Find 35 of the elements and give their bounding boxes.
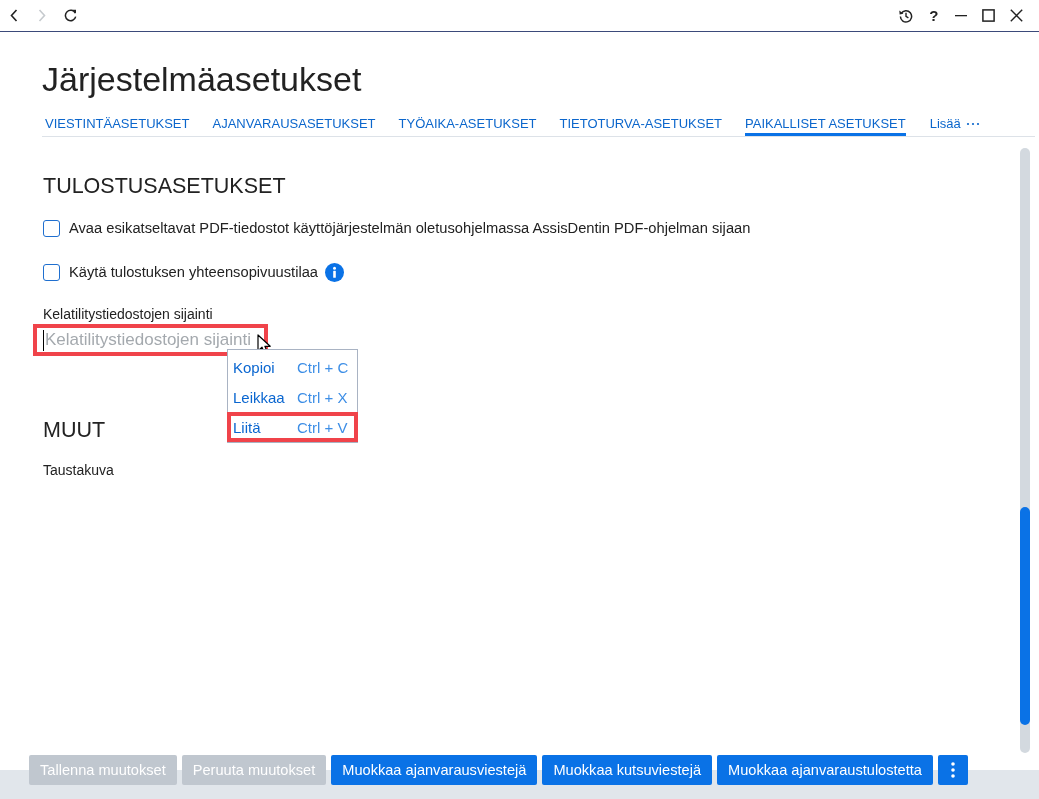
scrollbar-thumb[interactable] — [1020, 507, 1030, 725]
keyboard-shortcut: Ctrl + C — [297, 358, 349, 376]
tab[interactable]: VIESTINTÄASETUKSET — [45, 106, 190, 136]
action-button[interactable]: Muokkaa ajanvaraustulostetta — [717, 755, 933, 785]
keyboard-shortcut: Ctrl + X — [297, 388, 348, 406]
more-button[interactable] — [937, 755, 968, 785]
keyboard-shortcut: Ctrl + V — [297, 418, 348, 436]
text-field[interactable]: Kelatilitystiedostojen sijainti — [33, 324, 268, 356]
section-heading: MUUT — [43, 417, 106, 444]
checkbox-label: Käytä tulostuksen yhteensopivuustilaa — [69, 263, 319, 282]
ellipsis-icon — [965, 122, 980, 126]
checkbox-label: Avaa esikatseltavat PDF-tiedostot käyttöjärjestelmän oletusohjelmassa AssisDentin PDF-ohjelman sijaan — [69, 219, 751, 238]
minimize-icon — [955, 14, 968, 17]
help-button[interactable]: ? — [920, 2, 948, 29]
more-tab[interactable]: Lisää — [929, 106, 980, 136]
action-button[interactable]: Muokkaa kutsuviestejä — [542, 755, 713, 785]
menu-item[interactable]: Leikkaa Ctrl + X — [227, 382, 358, 412]
action-button[interactable]: Muokkaa ajanvarausviestejä — [331, 755, 538, 785]
checkbox[interactable] — [43, 219, 60, 237]
tab[interactable]: AJANVARAUSASETUKSET — [212, 106, 376, 136]
field-label: Kelatilitystiedostojen sijainti — [43, 305, 213, 324]
tab[interactable]: TYÖAIKA-ASETUKSET — [398, 106, 537, 136]
text-cursor-icon — [43, 329, 44, 351]
page-title: Järjestelmäasetukset — [42, 59, 362, 100]
tab[interactable]: PAIKALLISET ASETUKSET — [745, 106, 906, 136]
menu-item[interactable]: Liitä Ctrl + V — [227, 412, 358, 442]
tab[interactable]: TIETOTURVA-ASETUKSET — [559, 106, 723, 136]
history-icon — [899, 8, 914, 23]
section-heading: TULOSTUSASETUKSET — [43, 173, 286, 200]
field-label: Taustakuva — [43, 461, 114, 480]
vertical-dots-icon — [950, 762, 955, 778]
close-icon — [1009, 9, 1023, 22]
maximize-icon — [982, 9, 996, 22]
scrollbar-track[interactable] — [1020, 148, 1030, 753]
checkbox[interactable] — [43, 263, 60, 281]
